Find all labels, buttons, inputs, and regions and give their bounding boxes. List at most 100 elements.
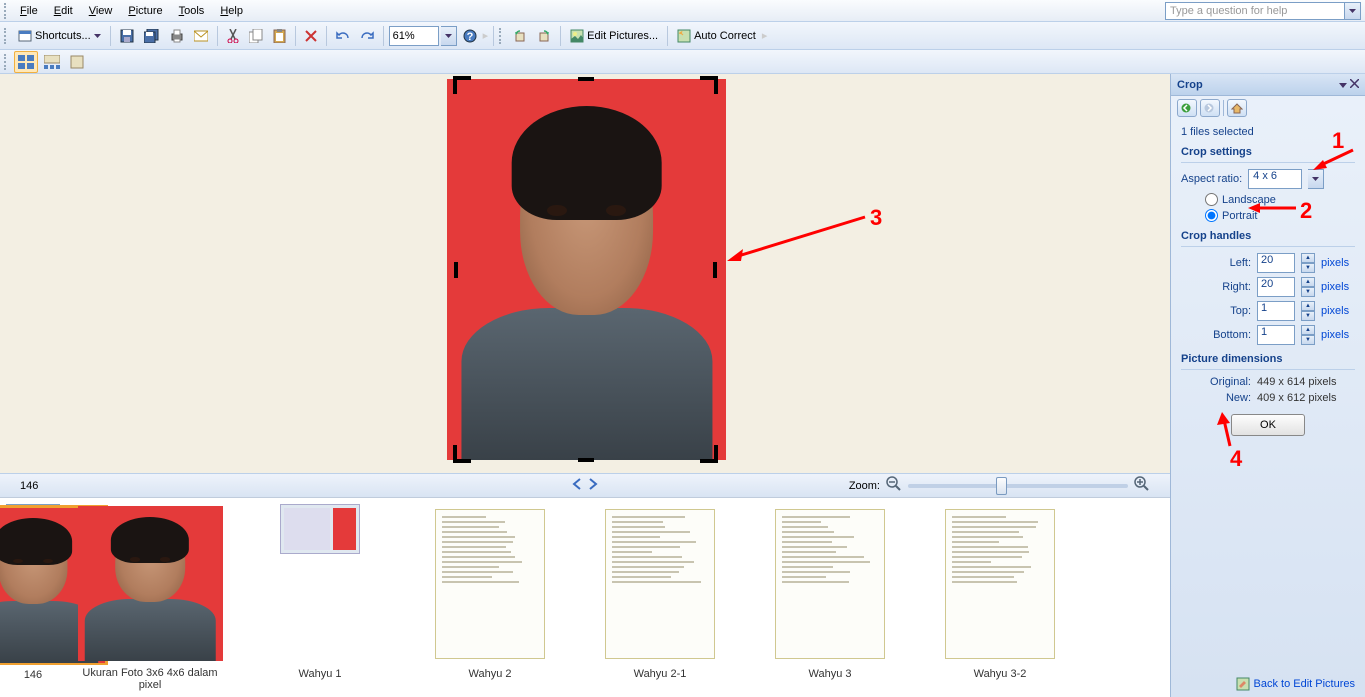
back-to-edit-link[interactable]: Back to Edit Pictures [1236, 677, 1356, 691]
zoom-input[interactable]: 61% [389, 26, 439, 46]
unit-link[interactable]: pixels [1321, 305, 1349, 317]
aspect-ratio-select[interactable]: 4 x 6 [1248, 169, 1302, 189]
toolbar-grip[interactable] [4, 54, 8, 70]
menu-help[interactable]: Help [212, 3, 251, 19]
landscape-radio[interactable]: Landscape [1205, 193, 1355, 206]
toolbar-grip[interactable] [4, 28, 8, 44]
original-value: 449 x 614 pixels [1257, 376, 1337, 388]
right-input[interactable]: 20 [1257, 277, 1295, 297]
rotate-left-button[interactable] [509, 25, 531, 47]
unit-link[interactable]: pixels [1321, 329, 1349, 341]
paste-button[interactable] [269, 25, 290, 47]
canvas-area[interactable] [0, 74, 1170, 473]
toolbar-grip[interactable] [499, 28, 503, 44]
thumbnail-view-button[interactable] [14, 51, 38, 73]
rotate-right-button[interactable] [533, 25, 555, 47]
filmstrip-view-button[interactable] [40, 51, 64, 73]
zoom-dropdown[interactable] [441, 26, 457, 46]
thumbnail-label: 146 [24, 669, 42, 681]
crop-panel: Crop 1 files selected Crop settings Aspe… [1170, 74, 1365, 697]
view-toolbar [0, 50, 1365, 74]
menu-bar: File Edit View Picture Tools Help Type a… [0, 0, 1365, 22]
copy-button[interactable] [245, 25, 267, 47]
crop-handles-heading: Crop handles [1181, 230, 1355, 242]
panel-forward-button[interactable] [1200, 99, 1220, 117]
panel-back-button[interactable] [1177, 99, 1197, 117]
crop-settings-heading: Crop settings [1181, 146, 1355, 158]
save-all-button[interactable] [140, 25, 164, 47]
zoom-label: Zoom: [849, 480, 880, 492]
portrait-radio[interactable]: Portrait [1205, 209, 1355, 222]
thumbnail-1[interactable]: Ukuran Foto 3x6 4x6 dalam pixel [70, 504, 230, 691]
svg-text:?: ? [466, 31, 473, 43]
thumbnail-label: Wahyu 1 [298, 668, 341, 680]
ok-button[interactable]: OK [1231, 414, 1305, 436]
bottom-spinner[interactable]: ▲▼ [1301, 325, 1315, 345]
main-toolbar: Shortcuts... 61% ? ▸ Edit Pictures... Au… [0, 22, 1365, 50]
picture-dimensions-heading: Picture dimensions [1181, 353, 1355, 365]
thumbnail-6[interactable]: Wahyu 3-2 [920, 504, 1080, 691]
next-image-button[interactable] [587, 478, 599, 493]
panel-dropdown[interactable] [1339, 79, 1347, 91]
toolbar-grip[interactable] [4, 3, 8, 19]
panel-close[interactable] [1350, 79, 1359, 91]
prev-image-button[interactable] [571, 478, 583, 493]
menu-view[interactable]: View [81, 3, 121, 19]
thumbnail-label: Wahyu 2 [468, 668, 511, 680]
help-dropdown[interactable] [1345, 2, 1361, 20]
crop-handle-bottom[interactable] [578, 458, 594, 462]
thumbnail-label: Ukuran Foto 3x6 4x6 dalam pixel [70, 667, 230, 691]
zoom-slider[interactable] [908, 484, 1128, 488]
zoom-in-button[interactable] [1134, 476, 1150, 495]
right-label: Right: [1181, 281, 1251, 293]
crop-handle-tl[interactable] [453, 76, 471, 94]
shortcuts-button[interactable]: Shortcuts... [14, 25, 105, 47]
top-input[interactable]: 1 [1257, 301, 1295, 321]
cut-button[interactable] [223, 25, 243, 47]
unit-link[interactable]: pixels [1321, 281, 1349, 293]
thumbnail-5[interactable]: Wahyu 3 [750, 504, 910, 691]
zoom-slider-thumb[interactable] [996, 477, 1007, 495]
right-spinner[interactable]: ▲▼ [1301, 277, 1315, 297]
crop-selection[interactable] [457, 80, 714, 459]
bottom-input[interactable]: 1 [1257, 325, 1295, 345]
current-filename: 146 [20, 480, 38, 492]
crop-handle-right[interactable] [713, 262, 717, 278]
menu-picture[interactable]: Picture [120, 3, 170, 19]
undo-button[interactable] [332, 25, 354, 47]
single-view-button[interactable] [66, 51, 88, 73]
crop-handle-bl[interactable] [453, 445, 471, 463]
crop-handle-left[interactable] [454, 262, 458, 278]
thumbnail-2[interactable]: Wahyu 1 [240, 504, 400, 691]
unit-link[interactable]: pixels [1321, 257, 1349, 269]
left-input[interactable]: 20 [1257, 253, 1295, 273]
print-button[interactable] [166, 25, 188, 47]
save-button[interactable] [116, 25, 138, 47]
menu-edit[interactable]: Edit [46, 3, 81, 19]
zoom-out-button[interactable] [886, 476, 902, 495]
edit-pictures-button[interactable]: Edit Pictures... [566, 25, 662, 47]
left-spinner[interactable]: ▲▼ [1301, 253, 1315, 273]
mail-button[interactable] [190, 25, 212, 47]
auto-correct-button[interactable]: Auto Correct [673, 25, 760, 47]
thumbnail-0[interactable]: 146 [6, 504, 60, 524]
help-button[interactable]: ? [459, 25, 481, 47]
panel-home-button[interactable] [1227, 99, 1247, 117]
thumbnail-label: Wahyu 2-1 [634, 668, 687, 680]
new-value: 409 x 612 pixels [1257, 392, 1337, 404]
thumbnail-strip: 146 Ukuran Foto 3x6 4x6 dalam pixel Wahyu … [0, 497, 1170, 697]
aspect-ratio-dropdown[interactable] [1308, 169, 1324, 189]
help-search-input[interactable]: Type a question for help [1165, 2, 1345, 20]
status-bar: 146 Zoom: [0, 473, 1170, 497]
thumbnail-4[interactable]: Wahyu 2-1 [580, 504, 740, 691]
crop-handle-br[interactable] [700, 445, 718, 463]
menu-file[interactable]: File [12, 3, 46, 19]
top-spinner[interactable]: ▲▼ [1301, 301, 1315, 321]
thumbnail-label: Wahyu 3 [808, 668, 851, 680]
delete-button[interactable] [301, 25, 321, 47]
thumbnail-3[interactable]: Wahyu 2 [410, 504, 570, 691]
menu-tools[interactable]: Tools [171, 3, 213, 19]
crop-handle-tr[interactable] [700, 76, 718, 94]
crop-handle-top[interactable] [578, 77, 594, 81]
redo-button[interactable] [356, 25, 378, 47]
